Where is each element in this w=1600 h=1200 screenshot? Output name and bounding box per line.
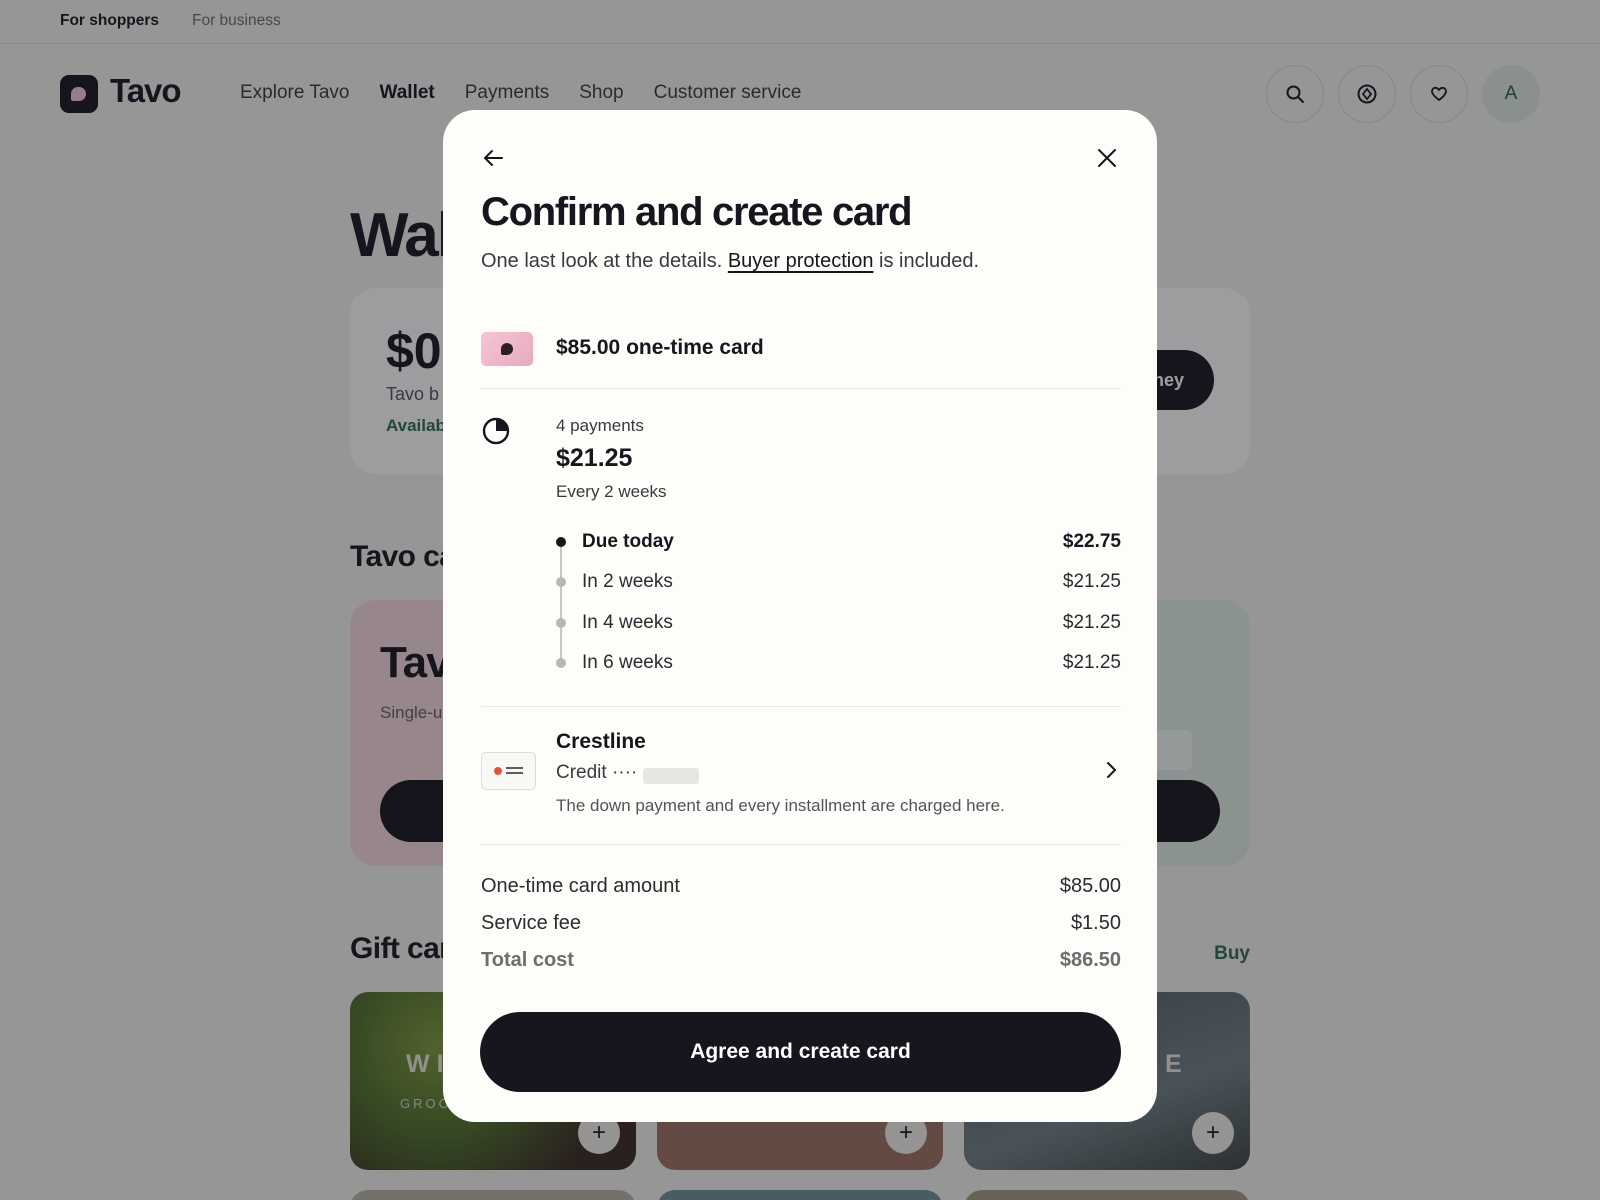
total-row: Total cost $86.50 [481,949,1121,979]
schedule-row: Due today $22.75 [556,528,1121,558]
payment-method-row[interactable]: Crestline Credit ···· The down payment a… [481,728,1121,838]
summary-value: $85.00 [1059,875,1121,897]
payment-method-note: The down payment and every installment a… [556,796,1005,815]
close-icon [1098,149,1116,167]
timeline-dot-icon [556,618,566,628]
pie-chart-icon [482,417,510,445]
subtitle-text: One last look at the details. [481,250,723,272]
schedule-row: In 4 weeks $21.25 [556,609,1121,639]
confirm-card-dialog: Confirm and create card One last look at… [443,110,1157,1122]
summary-value: $1.50 [1070,912,1121,934]
schedule-label: Due today [582,531,674,552]
payment-count: 4 payments [556,416,644,435]
schedule-amount: $21.25 [1062,652,1121,673]
card-summary-row: $85.00 one-time card [481,332,1121,400]
agree-create-card-button[interactable]: Agree and create card [480,1012,1121,1092]
timeline-dot-icon [556,537,566,547]
timeline-dot-icon [556,658,566,668]
chevron-right-icon[interactable] [1101,760,1121,780]
schedule-timeline [560,546,562,664]
subtitle-text-end: is included. [879,250,980,272]
dialog-subtitle: One last look at the details. Buyer prot… [481,250,979,273]
dialog-title: Confirm and create card [481,190,913,234]
buyer-protection-link[interactable]: Buyer protection [728,250,874,272]
bank-name: Crestline [556,730,646,753]
divider [481,388,1121,389]
schedule-label: In 2 weeks [582,571,673,592]
summary-label: One-time card amount [481,875,680,897]
timeline-dot-icon [556,577,566,587]
divider [481,844,1121,845]
schedule-row: In 2 weeks $21.25 [556,568,1121,598]
one-time-card-thumbnail-icon [481,332,533,366]
total-label: Total cost [481,949,574,971]
back-button[interactable] [473,138,513,178]
masked-account-number [643,768,699,784]
divider [481,706,1121,707]
total-value: $86.50 [1059,949,1121,971]
schedule-amount: $21.25 [1062,571,1121,592]
installment-amount: $21.25 [556,444,633,472]
schedule-amount: $21.25 [1062,612,1121,633]
summary-label: Service fee [481,912,582,934]
schedule-amount: $22.75 [1062,531,1121,552]
account-type: Credit ···· [556,762,638,783]
schedule-row: In 6 weeks $21.25 [556,649,1121,679]
credit-card-icon [481,752,536,790]
payment-frequency: Every 2 weeks [556,482,667,501]
close-button[interactable] [1087,138,1127,178]
card-name: $85.00 one-time card [556,336,764,359]
schedule-label: In 6 weeks [582,652,673,673]
schedule-label: In 4 weeks [582,612,673,633]
arrow-left-icon [484,150,503,166]
summary-row: Service fee $1.50 [481,912,1121,942]
summary-row: One-time card amount $85.00 [481,875,1121,905]
